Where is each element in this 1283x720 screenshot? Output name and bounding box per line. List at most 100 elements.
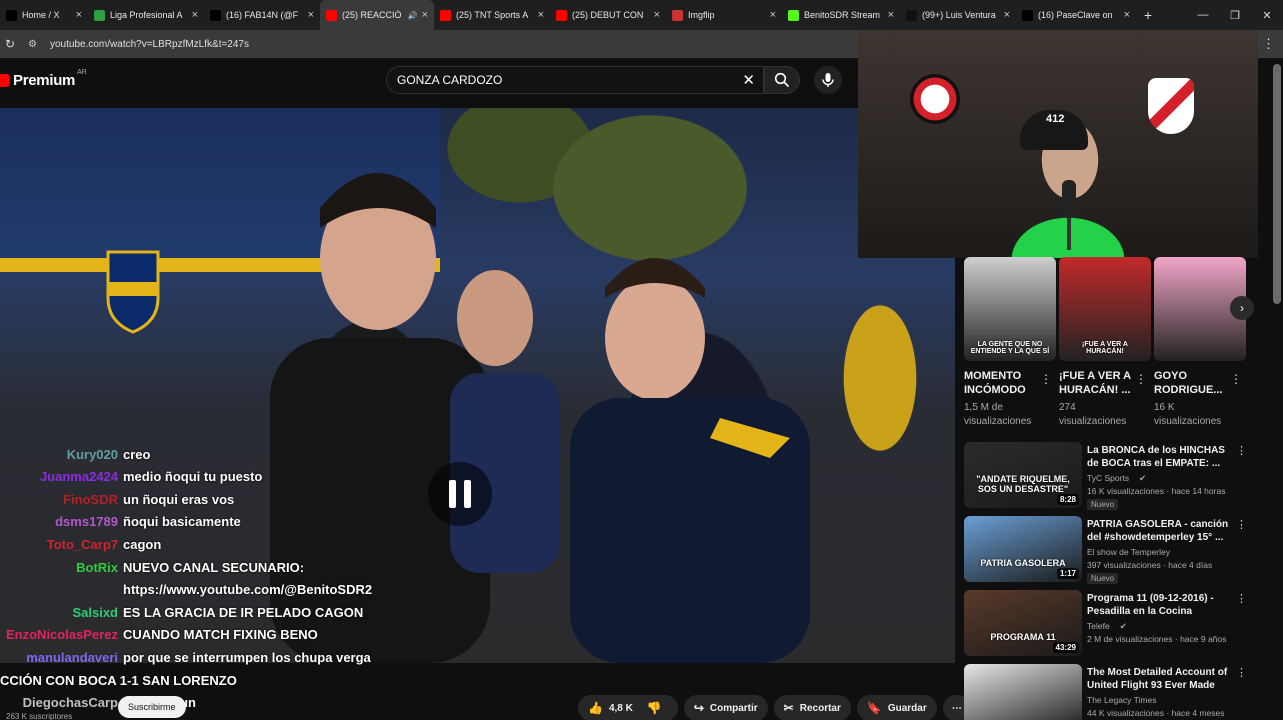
shelf-next-arrow-icon[interactable]: › bbox=[1230, 296, 1254, 320]
recommended-video[interactable]: PATRIA GASOLERA 1:17 PATRIA GASOLERA - can… bbox=[964, 516, 1254, 584]
video-title[interactable]: La BRONCA de los HINCHAS de BOCA tras el… bbox=[1087, 444, 1232, 470]
pause-button[interactable] bbox=[428, 462, 492, 526]
tab-favicon-icon bbox=[6, 9, 17, 21]
short-title[interactable]: MOMENTO INCÓMODO bbox=[964, 369, 1044, 397]
river-plate-crest-icon bbox=[1148, 78, 1194, 134]
tab-close-icon[interactable]: × bbox=[538, 9, 544, 21]
clear-search-icon[interactable]: ✕ bbox=[742, 71, 755, 89]
tab-speaker-icon[interactable]: 🔊 bbox=[408, 11, 418, 20]
share-icon: ↪ bbox=[693, 701, 704, 715]
browser-tab[interactable]: Liga Profesional A × bbox=[88, 0, 204, 30]
tab-close-icon[interactable]: × bbox=[888, 9, 894, 21]
tab-title: Imgflip bbox=[688, 10, 715, 20]
new-tab-button[interactable]: + bbox=[1136, 7, 1160, 23]
channel-name[interactable]: El show de Temperley bbox=[1087, 547, 1170, 557]
video-meta: 2 M de visualizaciones · hace 9 años bbox=[1087, 634, 1227, 644]
video-title[interactable]: PATRIA GASOLERA - canción del #showdetem… bbox=[1087, 518, 1232, 544]
chat-text: ES LA GRACIA DE IR PELADO CAGON bbox=[123, 604, 364, 620]
browser-tab[interactable]: (25) DEBUT CON × bbox=[550, 0, 666, 30]
tab-title: (16) FAB14N (@F bbox=[226, 10, 299, 20]
video-meta: 44 K visualizaciones · hace 4 meses bbox=[1087, 708, 1225, 718]
channel-name[interactable]: Telefe bbox=[1087, 621, 1110, 631]
chat-message: CCIÓN CON BOCA 1-1 SAN LORENZO bbox=[0, 670, 237, 690]
tab-title: (99+) Luis Ventura bbox=[922, 10, 996, 20]
browser-tab[interactable]: (99+) Luis Ventura × bbox=[900, 0, 1016, 30]
video-thumbnail[interactable]: "ANDATE RIQUELME, SOS UN DESASTRE" 8:28 bbox=[964, 442, 1082, 508]
short-thumbnail[interactable]: ¡FUE A VER A HURACÁN! bbox=[1059, 257, 1151, 361]
share-button[interactable]: ↪ Compartir bbox=[683, 695, 768, 720]
restore-button[interactable]: ❐ bbox=[1220, 0, 1250, 30]
video-menu-icon[interactable]: ⋮ bbox=[1236, 518, 1247, 531]
tab-close-icon[interactable]: × bbox=[1124, 9, 1130, 21]
like-count: 4,8 K bbox=[608, 702, 633, 714]
youtube-logo[interactable]: Premium AR bbox=[0, 69, 87, 89]
tab-close-icon[interactable]: × bbox=[192, 9, 198, 21]
video-title[interactable]: Programa 11 (09-12-2016) - Pesadilla en … bbox=[1087, 592, 1232, 618]
reload-icon[interactable]: ↻ bbox=[2, 37, 18, 51]
short-menu-icon[interactable]: ⋮ bbox=[1230, 372, 1242, 386]
browser-tab[interactable]: (16) PaseClave on × bbox=[1016, 0, 1136, 30]
recommended-video[interactable]: PROGRAMA 11 43:29 Programa 11 (09-12-2016)… bbox=[964, 590, 1254, 658]
short-menu-icon[interactable]: ⋮ bbox=[1040, 372, 1052, 386]
video-thumbnail[interactable]: PATRIA GASOLERA 1:17 bbox=[964, 516, 1082, 582]
page-scrollbar[interactable] bbox=[1273, 64, 1281, 304]
chat-message: https://www.youtube.com/@BenitoSDR2 bbox=[0, 580, 372, 600]
tab-close-icon[interactable]: × bbox=[654, 9, 660, 21]
browser-tab[interactable]: Home / X × bbox=[0, 0, 88, 30]
tab-close-icon[interactable]: × bbox=[76, 9, 82, 21]
club-crest-left-icon bbox=[910, 74, 960, 124]
save-label: Guardar bbox=[887, 702, 927, 714]
tab-close-icon[interactable]: × bbox=[422, 9, 428, 21]
search-button[interactable] bbox=[764, 66, 800, 94]
browser-tab[interactable]: (25) TNT Sports A × bbox=[434, 0, 550, 30]
short-caption: LA GENTE QUE NO ENTIENDE Y LA QUE SÍ bbox=[970, 341, 1050, 355]
verified-check-icon: ✔ bbox=[1139, 473, 1147, 483]
browser-menu-icon[interactable]: ⋮ bbox=[1262, 36, 1275, 52]
minimize-button[interactable]: — bbox=[1188, 0, 1218, 30]
save-button[interactable]: 🔖 Guardar bbox=[856, 695, 937, 720]
voice-search-button[interactable] bbox=[814, 66, 842, 94]
thumbs-down-icon[interactable]: 👎 bbox=[647, 701, 662, 715]
url-field[interactable]: youtube.com/watch?v=LBRpzfMzLfk&t=247s bbox=[50, 39, 249, 50]
chat-message: Salsixd ES LA GRACIA DE IR PELADO CAGON bbox=[0, 602, 363, 622]
chat-text: NUEVO CANAL SECUNARIO: bbox=[123, 559, 305, 575]
tab-close-icon[interactable]: × bbox=[770, 9, 776, 21]
browser-tab[interactable]: BenitoSDR Stream × bbox=[782, 0, 900, 30]
clip-button[interactable]: ✂ Recortar bbox=[773, 695, 851, 720]
browser-tab[interactable]: (16) FAB14N (@F × bbox=[204, 0, 320, 30]
tab-close-icon[interactable]: × bbox=[1004, 9, 1010, 21]
search-input[interactable]: GONZA CARDOZO ✕ bbox=[386, 66, 764, 94]
chat-username: manulandaveri bbox=[26, 649, 118, 665]
video-title[interactable]: The Most Detailed Account of United Flig… bbox=[1087, 666, 1232, 692]
video-thumbnail[interactable] bbox=[964, 664, 1082, 720]
like-button[interactable]: 👍 4,8 K 👎 bbox=[578, 695, 678, 720]
video-menu-icon[interactable]: ⋮ bbox=[1236, 666, 1247, 679]
subscribe-button[interactable]: Suscribirme bbox=[118, 696, 186, 718]
chat-username: EnzoNicolasPerez bbox=[6, 627, 118, 643]
short-title[interactable]: ¡FUE A VER A HURACÁN! ... bbox=[1059, 369, 1139, 397]
recommended-video[interactable]: The Most Detailed Account of United Flig… bbox=[964, 664, 1254, 720]
short-title[interactable]: GOYO RODRIGUE... bbox=[1154, 369, 1234, 397]
short-thumbnail[interactable]: LA GENTE QUE NO ENTIENDE Y LA QUE SÍ bbox=[964, 257, 1056, 361]
thumbs-up-icon: 👍 bbox=[588, 701, 603, 715]
chat-message: FinoSDR un ñoqui eras vos bbox=[0, 489, 234, 509]
video-menu-icon[interactable]: ⋮ bbox=[1236, 444, 1247, 457]
channel-name[interactable]: TyC Sports bbox=[1087, 473, 1129, 483]
site-info-icon[interactable]: ⚙ bbox=[28, 39, 42, 50]
browser-tab[interactable]: (25) REACCIÓ 🔊 × bbox=[320, 0, 434, 30]
browser-tab-bar: Home / X × Liga Profesional A × (16) FAB14N … bbox=[0, 0, 1283, 30]
chat-text: creo bbox=[123, 446, 151, 462]
channel-name[interactable]: The Legacy Times bbox=[1087, 695, 1156, 705]
browser-tab[interactable]: Imgflip × bbox=[666, 0, 782, 30]
tab-close-icon[interactable]: × bbox=[308, 9, 314, 21]
video-thumbnail[interactable]: PROGRAMA 11 43:29 bbox=[964, 590, 1082, 656]
new-badge: Nuevo bbox=[1087, 499, 1119, 510]
chat-message: Toto_Carp7 cagon bbox=[0, 534, 162, 554]
short-menu-icon[interactable]: ⋮ bbox=[1135, 372, 1147, 386]
recommended-video[interactable]: "ANDATE RIQUELME, SOS UN DESASTRE" 8:28 La… bbox=[964, 442, 1254, 510]
subscriber-count: 263 K suscriptores bbox=[6, 712, 73, 720]
chat-message: Juanma2424 medio ñoqui tu puesto bbox=[0, 467, 262, 487]
close-window-button[interactable]: ✕ bbox=[1252, 0, 1282, 30]
search-query[interactable]: GONZA CARDOZO bbox=[397, 73, 502, 87]
video-menu-icon[interactable]: ⋮ bbox=[1236, 592, 1247, 605]
